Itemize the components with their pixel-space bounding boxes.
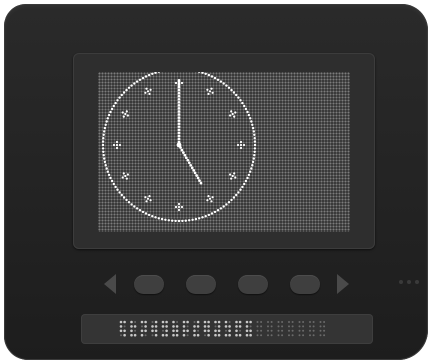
nav-button-4[interactable]	[290, 275, 320, 294]
hour-marker	[144, 195, 152, 203]
braille-cell	[182, 320, 189, 337]
braille-cell	[140, 320, 147, 337]
braille-cell	[245, 320, 252, 337]
braille-cell	[309, 321, 315, 337]
braille-cell	[319, 321, 326, 337]
indicator-dots	[399, 280, 423, 286]
braille-cell	[277, 321, 284, 337]
analog-clock	[101, 72, 257, 223]
hour-marker	[236, 140, 246, 150]
braille-cell	[161, 320, 168, 337]
clock-center	[176, 142, 182, 148]
hour-marker	[229, 172, 237, 180]
braille-cell	[235, 320, 242, 337]
minute-hand	[177, 79, 181, 147]
braille-cell	[119, 320, 126, 337]
braille-device	[4, 4, 428, 360]
hour-marker	[206, 195, 214, 203]
triangle-right-icon	[337, 274, 349, 294]
braille-cell	[172, 320, 179, 337]
nav-button-2[interactable]	[186, 275, 216, 294]
hour-hand	[177, 143, 203, 185]
hour-marker	[206, 87, 214, 95]
triangle-left-icon	[104, 274, 116, 294]
hour-marker	[121, 110, 129, 118]
braille-cell	[224, 320, 231, 337]
hour-marker	[144, 87, 152, 95]
braille-cell	[203, 320, 210, 337]
next-button[interactable]	[335, 272, 351, 296]
braille-cell	[130, 320, 137, 337]
braille-display	[81, 314, 373, 344]
braille-cells	[119, 320, 326, 337]
tactile-screen	[98, 72, 350, 232]
hour-marker	[121, 172, 129, 180]
nav-button-1[interactable]	[134, 275, 164, 294]
hour-marker	[112, 140, 122, 150]
previous-button[interactable]	[102, 272, 118, 296]
navigation-controls	[99, 269, 359, 299]
braille-cell	[256, 321, 263, 337]
nav-button-3[interactable]	[238, 275, 268, 294]
braille-cell	[151, 320, 158, 337]
screen-frame	[73, 53, 375, 249]
hour-marker	[174, 202, 184, 212]
braille-cell	[214, 320, 221, 337]
braille-cell	[288, 321, 294, 337]
braille-cell	[298, 321, 305, 337]
braille-cell	[193, 320, 200, 337]
hour-marker	[229, 110, 237, 118]
braille-cell	[267, 321, 273, 337]
